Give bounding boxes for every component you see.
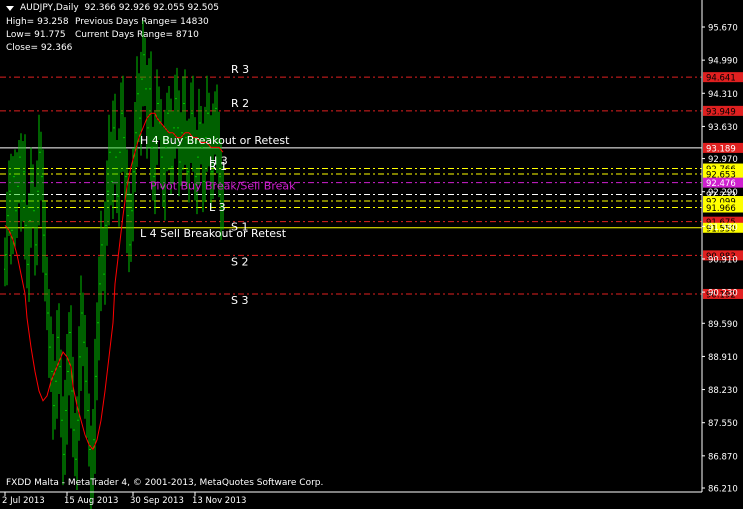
level-name-label: R 1 (209, 160, 227, 173)
candle-series (4, 20, 224, 509)
price-tick-label: 94.310 (708, 90, 738, 100)
price-tick-label: 91.580 (708, 223, 738, 233)
price-tick-label: 88.910 (708, 353, 738, 363)
price-tick-label: 86.210 (708, 485, 738, 495)
ma-line (4, 112, 224, 451)
price-tick-label: 95.670 (708, 24, 738, 34)
footer-copyright: FXDD Malta - MetaTrader 4, © 2001-2013, … (6, 478, 323, 488)
time-tick-label: 30 Sep 2013 (130, 496, 184, 506)
level-name-label: L 3 (209, 201, 226, 214)
price-tick-label: 90.230 (708, 289, 738, 299)
level-price-label: 93.949 (706, 107, 736, 117)
level-name-label: S 3 (231, 294, 248, 307)
time-tick-label: 13 Nov 2013 (192, 496, 246, 506)
level-labels: 94.64193.94993.18992.76692.65392.47692.2… (140, 63, 743, 307)
price-tick-label: 94.990 (708, 57, 738, 67)
level-name-label: R 2 (231, 97, 249, 110)
price-tick-label: 86.870 (708, 452, 738, 462)
price-tick-label: 92.970 (708, 155, 738, 165)
level-price-label: 94.641 (706, 74, 736, 84)
price-axis: 95.670 94.990 94.310 93.630 92.970 92.290 91.5… (0, 0, 738, 495)
level-name-label: Pivot Buy Break/Sell Break (150, 180, 296, 193)
price-tick-label: 87.550 (708, 419, 738, 429)
moving-average (4, 112, 224, 451)
level-price-label: 91.966 (706, 204, 736, 214)
price-tick-label: 89.590 (708, 320, 738, 330)
time-tick-label: 2 Jul 2013 (2, 496, 45, 506)
level-price-label: 93.189 (706, 144, 736, 154)
time-tick-label: 15 Aug 2013 (64, 496, 118, 506)
level-name-label: L 4 Sell Breakout or Retest (140, 227, 287, 240)
price-tick-label: 93.630 (708, 123, 738, 133)
time-axis: 2 Jul 2013 15 Aug 2013 30 Sep 2013 13 Nov 2… (2, 492, 246, 506)
price-chart[interactable]: 94.64193.94993.18992.76692.65392.47692.2… (0, 0, 743, 509)
level-name-label: S 2 (231, 255, 248, 268)
level-name-label: H 4 Buy Breakout or Retest (140, 134, 290, 147)
price-tick-label: 90.910 (708, 255, 738, 265)
level-name-label: R 3 (231, 63, 249, 76)
price-tick-label: 92.290 (708, 188, 738, 198)
price-tick-label: 88.230 (708, 386, 738, 396)
